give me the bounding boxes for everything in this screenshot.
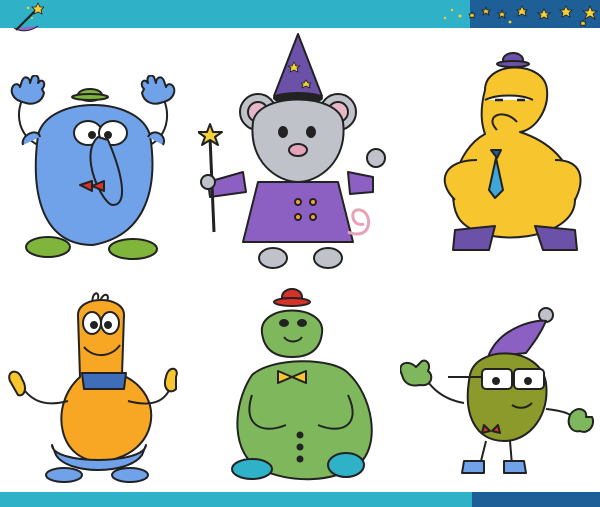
star-icon	[579, 19, 587, 27]
blue-creature-figure	[10, 75, 176, 260]
bottom-banner-dark-segment	[472, 492, 600, 507]
star-icon	[481, 5, 491, 16]
yellow-creature-figure	[443, 52, 582, 251]
star-icon	[536, 8, 552, 20]
star-icon	[468, 11, 476, 19]
star-icon	[516, 5, 528, 17]
magic-wand-icon	[13, 2, 44, 32]
star-icon	[581, 4, 599, 20]
wizard-mouse-figure	[198, 33, 386, 269]
star-icon	[497, 8, 507, 19]
orange-alien-figure	[8, 292, 178, 483]
green-creature-figure	[231, 288, 373, 481]
olive-alien-figure	[400, 307, 594, 474]
star-icon	[559, 5, 573, 18]
